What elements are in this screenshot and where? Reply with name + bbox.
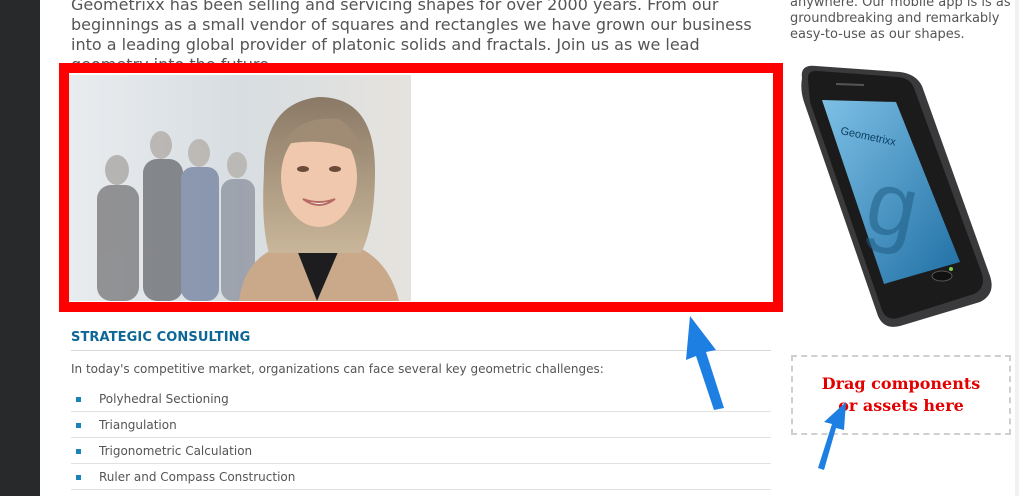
businesswoman-photo (69, 75, 411, 301)
section-divider (71, 350, 771, 351)
list-item: Trigonometric Calculation (71, 438, 771, 464)
bullet-icon (76, 397, 81, 402)
list-item-label: Trigonometric Calculation (99, 444, 253, 458)
selected-image-component[interactable] (59, 63, 783, 312)
left-sidebar-rail (0, 0, 40, 496)
section-title: STRATEGIC CONSULTING (71, 330, 251, 345)
smartphone-image: Geometrixx g (792, 62, 1002, 332)
arrow-up-icon (686, 316, 724, 410)
mobile-app-text: anywhere. Our mobile app is is as ground… (790, 0, 1011, 42)
list-item: Triangulation (71, 412, 771, 438)
list-item: Polyhedral Sectioning (71, 386, 771, 412)
list-item: Ruler and Compass Construction (71, 464, 771, 490)
scrollbar-track[interactable] (1015, 0, 1019, 496)
section-intro: In today's competitive market, organizat… (71, 362, 604, 376)
challenges-list: Polyhedral Sectioning Triangulation Trig… (71, 386, 771, 490)
list-item-label: Ruler and Compass Construction (99, 470, 296, 484)
list-item-label: Polyhedral Sectioning (99, 392, 229, 406)
bullet-icon (76, 423, 81, 428)
list-item-label: Triangulation (99, 418, 177, 432)
bullet-icon (76, 475, 81, 480)
arrow-up-icon (818, 402, 846, 470)
bullet-icon (76, 449, 81, 454)
